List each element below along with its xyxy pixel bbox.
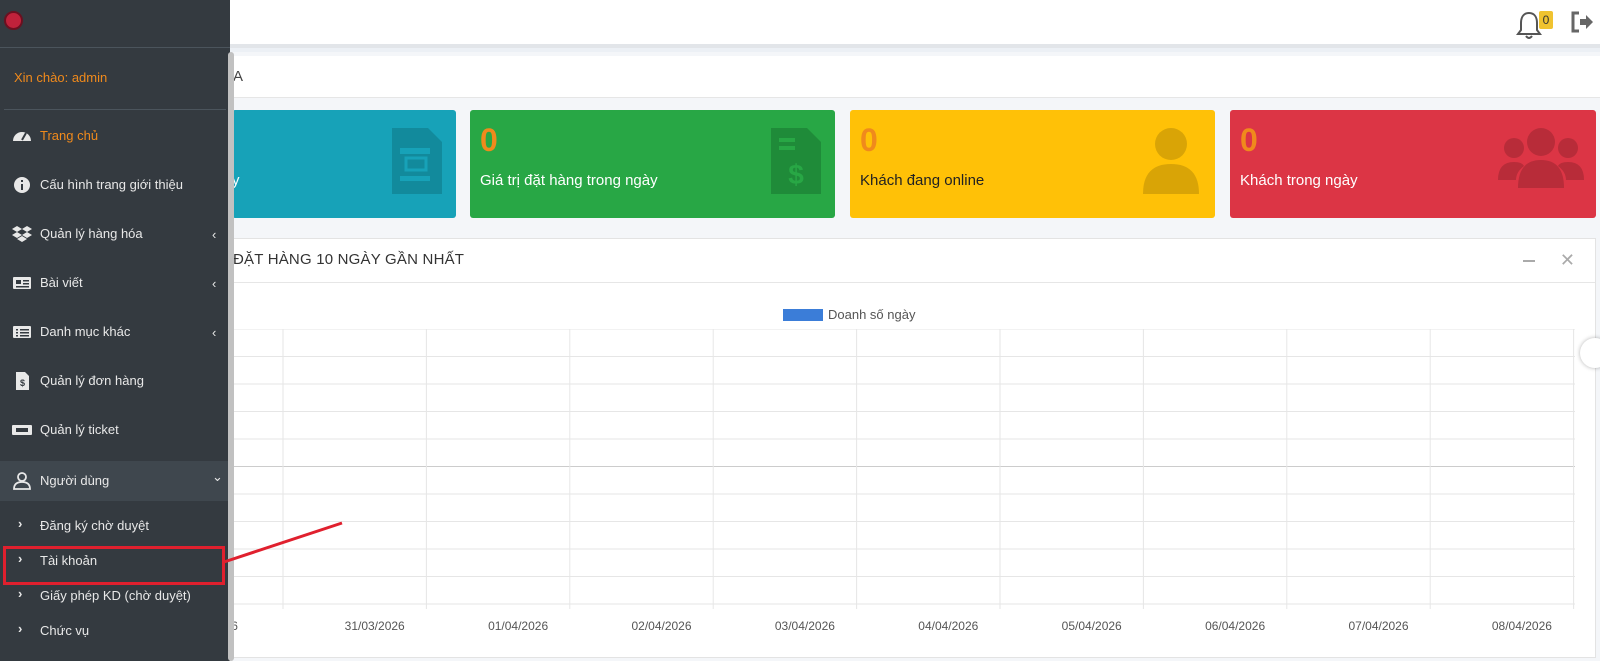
sidebar-item-label: Quản lý hàng hóa <box>40 226 143 241</box>
breadcrumb-text: A <box>233 68 244 85</box>
sidebar-item-posts[interactable]: Bài viết ‹ <box>0 263 228 303</box>
sidebar-item-label: Cấu hình trang giới thiệu <box>40 177 183 192</box>
stat-card-visitors[interactable]: 0 Khách trong ngày <box>1230 110 1596 218</box>
user-icon <box>13 472 31 490</box>
chevron-left-icon: ‹ <box>212 227 217 242</box>
info-icon <box>14 177 30 193</box>
sidebar-scrollbar[interactable] <box>228 52 234 661</box>
sidebar-item-other-categories[interactable]: Danh mục khác ‹ <box>0 312 228 352</box>
stat-card-value: 0 <box>480 122 498 158</box>
stat-card-online[interactable]: 0 Khách đang online <box>850 110 1215 218</box>
svg-text:$: $ <box>788 159 804 190</box>
list-icon <box>13 326 31 338</box>
dashboard-icon <box>13 132 31 141</box>
close-icon[interactable]: ✕ <box>1560 250 1575 270</box>
minimize-icon[interactable] <box>1523 260 1535 262</box>
newspaper-icon <box>13 277 31 289</box>
sidebar-item-label: Quản lý đơn hàng <box>40 373 144 388</box>
chevron-down-icon: ⌄ <box>212 469 223 484</box>
top-navbar: 0 <box>0 0 1600 48</box>
user-icon <box>1143 128 1199 194</box>
sidebar-subitem-label: Chức vụ <box>40 623 90 638</box>
sidebar-subitem-positions[interactable]: › Chức vụ <box>0 614 228 648</box>
stat-card-orders[interactable]: y <box>232 110 456 218</box>
breadcrumb: A <box>0 56 1600 98</box>
stat-card-label: Khách trong ngày <box>1240 172 1358 189</box>
sidebar-divider <box>4 109 226 110</box>
sidebar-item-label: Danh mục khác <box>40 324 131 339</box>
users-icon <box>1498 128 1584 188</box>
sidebar-item-tickets[interactable]: Quản lý ticket <box>0 410 228 450</box>
stat-card-value: 0 <box>860 122 878 158</box>
sidebar-item-products[interactable]: Quản lý hàng hóa ‹ <box>0 214 228 254</box>
annotation-highlight-box <box>3 546 225 585</box>
ticket-icon <box>12 425 32 435</box>
x-axis-tick-label: 06/04/2026 <box>1205 619 1266 633</box>
x-axis-tick-label: 08/04/2026 <box>1491 619 1552 633</box>
legend-label: Doanh số ngày <box>828 307 916 322</box>
sidebar-item-orders[interactable]: $ Quản lý đơn hàng <box>0 361 228 401</box>
stat-card-label: Giá trị đặt hàng trong ngày <box>480 172 658 189</box>
x-axis-tick-label: 02/04/2026 <box>631 619 692 633</box>
stat-card-order-value[interactable]: 0 Giá trị đặt hàng trong ngày $ <box>470 110 835 218</box>
chart-title: ĐẶT HÀNG 10 NGÀY GẦN NHẤT <box>233 251 465 268</box>
x-axis-tick-label: 04/04/2026 <box>918 619 979 633</box>
document-icon <box>392 128 442 194</box>
sidebar-item-label: Người dùng <box>40 473 110 488</box>
chevron-right-icon: › <box>18 516 23 531</box>
chart-header: ĐẶT HÀNG 10 NGÀY GẦN NHẤT ✕ <box>233 239 1595 283</box>
dropbox-icon <box>12 226 32 242</box>
sidebar-item-label: Trang chủ <box>40 128 99 143</box>
sidebar-subitem-label: Đăng ký chờ duyệt <box>40 518 149 533</box>
sidebar-item-label: Bài viết <box>40 275 83 290</box>
brand-logo[interactable] <box>4 11 23 30</box>
recent-orders-chart-panel: ĐẶT HÀNG 10 NGÀY GẦN NHẤT ✕ Doanh số ngà… <box>225 238 1596 658</box>
user-greeting: Xin chào: admin <box>14 70 108 85</box>
chevron-left-icon: ‹ <box>212 276 217 291</box>
invoice-dollar-icon: $ <box>771 128 821 194</box>
sidebar-item-label: Quản lý ticket <box>40 422 119 437</box>
chevron-right-icon: › <box>18 621 23 636</box>
x-axis-tick-label: 07/04/2026 <box>1348 619 1409 633</box>
chevron-right-icon: › <box>18 586 23 601</box>
x-axis-tick-label: 31/03/2026 <box>344 619 405 633</box>
chevron-left-icon: ‹ <box>212 325 217 340</box>
x-axis-tick-label: 01/04/2026 <box>488 619 549 633</box>
notification-count-badge: 0 <box>1539 11 1553 29</box>
svg-text:$: $ <box>20 378 25 388</box>
sidebar-item-intro-config[interactable]: Cấu hình trang giới thiệu <box>0 165 228 205</box>
sidebar-item-home[interactable]: Trang chủ <box>0 116 228 156</box>
bar-chart <box>233 329 1575 609</box>
sidebar-brand <box>0 0 230 48</box>
stat-card-label: Khách đang online <box>860 172 985 189</box>
stat-card-value: 0 <box>1240 122 1258 158</box>
logout-icon[interactable] <box>1570 11 1594 33</box>
x-axis-tick-label: 05/04/2026 <box>1061 619 1122 633</box>
sidebar-item-users[interactable]: Người dùng ⌄ <box>0 461 228 501</box>
invoice-icon: $ <box>16 372 29 390</box>
sidebar-subitem-label: Giấy phép KD (chờ duyệt) <box>40 588 191 603</box>
legend-swatch[interactable] <box>783 309 823 321</box>
x-axis-tick-label: 03/04/2026 <box>774 619 835 633</box>
sidebar-subitem-pending-registration[interactable]: › Đăng ký chờ duyệt <box>0 509 228 543</box>
